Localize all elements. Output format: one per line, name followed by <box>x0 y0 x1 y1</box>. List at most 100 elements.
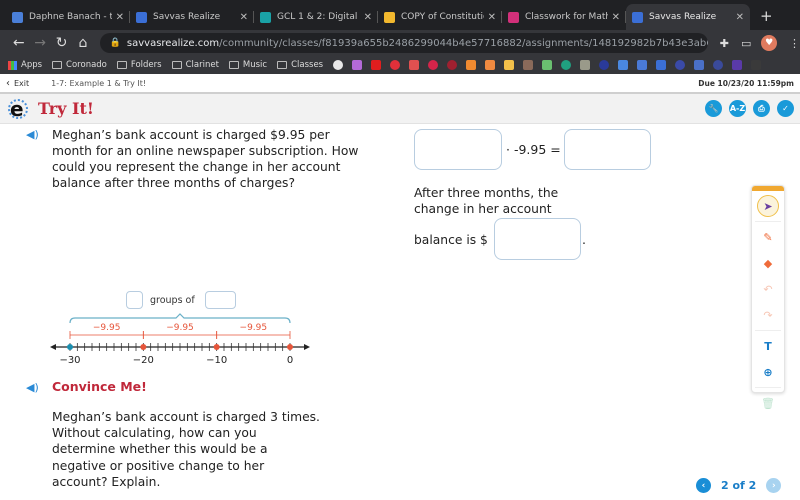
close-tab-icon[interactable]: ✕ <box>488 12 496 23</box>
toolbar-divider <box>755 330 781 331</box>
close-tab-icon[interactable]: ✕ <box>364 12 372 23</box>
slides-icon[interactable] <box>504 60 515 70</box>
number-line: −9.95 −9.95 −9.95 −30 −20 −10 0 <box>50 313 310 366</box>
bookmark-item[interactable]: Classes <box>277 60 323 70</box>
question-text: Meghan’s bank account is charged $9.95 p… <box>52 128 359 190</box>
back-button[interactable]: ← <box>8 35 29 51</box>
pencil-tool[interactable]: ✎ <box>757 226 779 248</box>
url-input[interactable]: 🔒 savvasrealize.com /community/classes/f… <box>99 33 708 53</box>
reload-button[interactable]: ↻ <box>51 35 72 51</box>
bookmark-item[interactable]: Apps <box>8 60 42 70</box>
shield-icon[interactable] <box>561 60 572 70</box>
next-page-button[interactable]: › <box>766 478 782 493</box>
glossary-icon[interactable]: A-Z <box>729 100 746 117</box>
audio-speaker-icon[interactable]: ◀) <box>26 381 39 394</box>
bookmarks-bar: Apps Coronado Folders Clarinet Music Classes <box>0 56 800 74</box>
classroom-icon <box>260 11 271 23</box>
exit-button[interactable]: ‹ Exit <box>6 78 29 89</box>
tab-label: GCL 1 & 2: Digital Notet <box>277 12 360 22</box>
close-tab-icon[interactable]: ✕ <box>240 12 248 23</box>
translate-icon[interactable] <box>637 60 648 70</box>
product-answer-box[interactable] <box>564 129 651 170</box>
browser-tab-bar: Daphne Banach - t-shir✕Savvas Realize✕GC… <box>0 0 800 30</box>
undo-tool[interactable]: ↶ <box>757 278 779 300</box>
savvas-icon[interactable] <box>656 60 667 70</box>
chart-icon[interactable] <box>352 60 363 70</box>
axis-arrow-right <box>304 344 310 350</box>
browser-tab[interactable]: Daphne Banach - t-shir ✕ <box>6 4 130 30</box>
check-icon[interactable]: ✓ <box>777 100 794 117</box>
savvas-icon <box>136 11 147 23</box>
close-tab-icon[interactable]: ✕ <box>736 12 744 23</box>
balance-answer-box[interactable] <box>494 218 581 260</box>
browser-tab[interactable]: GCL 1 & 2: Digital Notet ✕ <box>254 4 378 30</box>
segment-label: −9.95 <box>93 323 121 333</box>
assignment-header: ‹ Exit 1-7: Example 1 & Try It! Due 10/2… <box>0 74 800 94</box>
balance-prefix: balance is $ <box>414 233 488 247</box>
zoom-tool[interactable]: ⊕ <box>757 361 779 383</box>
browser-tab[interactable]: Classwork for Math II P ✕ <box>502 4 626 30</box>
extensions-icon[interactable]: ✚ <box>720 37 729 50</box>
browser-tab[interactable]: Savvas Realize ✕ <box>626 4 750 30</box>
convince-heading: Convince Me! <box>52 379 147 394</box>
gmail-icon[interactable] <box>409 60 420 70</box>
calendar-icon[interactable] <box>694 60 705 70</box>
chevron-left-icon: ‹ <box>6 77 10 89</box>
number-line-point <box>287 344 293 350</box>
forward-button[interactable]: → <box>29 35 50 51</box>
pointer-tool[interactable]: ➤ <box>757 195 779 217</box>
factor-answer-box[interactable] <box>414 129 502 170</box>
apps-grid-icon[interactable] <box>751 60 762 70</box>
new-tab-button[interactable]: + <box>760 7 773 25</box>
puzzle-icon[interactable] <box>466 60 477 70</box>
folder-icon <box>228 61 239 69</box>
docs-icon <box>12 11 23 23</box>
axis-arrow-left <box>50 344 56 350</box>
etext-logo-icon: e <box>8 97 28 121</box>
home-button[interactable]: ⌂ <box>72 35 93 51</box>
docs-icon[interactable] <box>618 60 629 70</box>
target-icon[interactable] <box>390 60 401 70</box>
purple-icon[interactable] <box>732 60 743 70</box>
folder-icon <box>52 61 63 69</box>
wrench-icon[interactable]: 🔧 <box>705 100 722 117</box>
q-icon[interactable] <box>713 60 724 70</box>
cup-icon[interactable] <box>523 60 534 70</box>
satellite-icon[interactable] <box>580 60 591 70</box>
bookmark-item[interactable]: Clarinet <box>171 60 219 70</box>
bookmark-item[interactable]: Folders <box>116 60 162 70</box>
text-tool[interactable]: T <box>757 335 779 357</box>
cast-icon[interactable]: ▭ <box>741 37 751 50</box>
toolbar-drag-handle[interactable] <box>752 186 784 191</box>
close-tab-icon[interactable]: ✕ <box>612 12 620 23</box>
eraser-tool[interactable]: ◆ <box>757 252 779 274</box>
redo-tool[interactable]: ↷ <box>757 304 779 326</box>
book-icon[interactable] <box>485 60 496 70</box>
bookmark-item[interactable]: Coronado <box>52 60 107 70</box>
browser-tab[interactable]: Savvas Realize ✕ <box>130 4 254 30</box>
google-icon[interactable] <box>333 60 344 70</box>
k-icon[interactable] <box>675 60 686 70</box>
browser-address-bar: ← → ↻ ⌂ 🔒 savvasrealize.com /community/c… <box>0 30 800 56</box>
menu-icon[interactable]: ⋮ <box>789 37 800 50</box>
sheets-icon[interactable] <box>542 60 553 70</box>
music-icon[interactable] <box>599 60 610 70</box>
audio-speaker-icon[interactable]: ◀) <box>26 128 39 141</box>
balance-suffix: . <box>582 232 586 247</box>
due-date: Due 10/23/20 11:59pm <box>698 78 794 88</box>
profile-avatar[interactable]: ♥ <box>761 35 777 51</box>
pager: ‹ 2 of 2 › <box>696 478 782 493</box>
tick-label: −20 <box>133 355 154 366</box>
close-tab-icon[interactable]: ✕ <box>116 12 124 23</box>
bookmark-label: Classes <box>291 60 324 70</box>
print-icon[interactable]: ⎙ <box>753 100 770 117</box>
browser-tab[interactable]: COPY of Constitution In ✕ <box>378 4 502 30</box>
previous-page-button[interactable]: ‹ <box>696 478 711 493</box>
tick-label: 0 <box>287 355 293 366</box>
bookmark-item[interactable]: Music <box>228 60 267 70</box>
youtube-icon[interactable] <box>371 60 382 70</box>
pinterest-icon[interactable] <box>428 60 439 70</box>
trash-tool[interactable]: 🗑 <box>757 392 779 414</box>
tab-label: Classwork for Math II P <box>525 12 608 22</box>
quizlet-icon[interactable] <box>447 60 458 70</box>
